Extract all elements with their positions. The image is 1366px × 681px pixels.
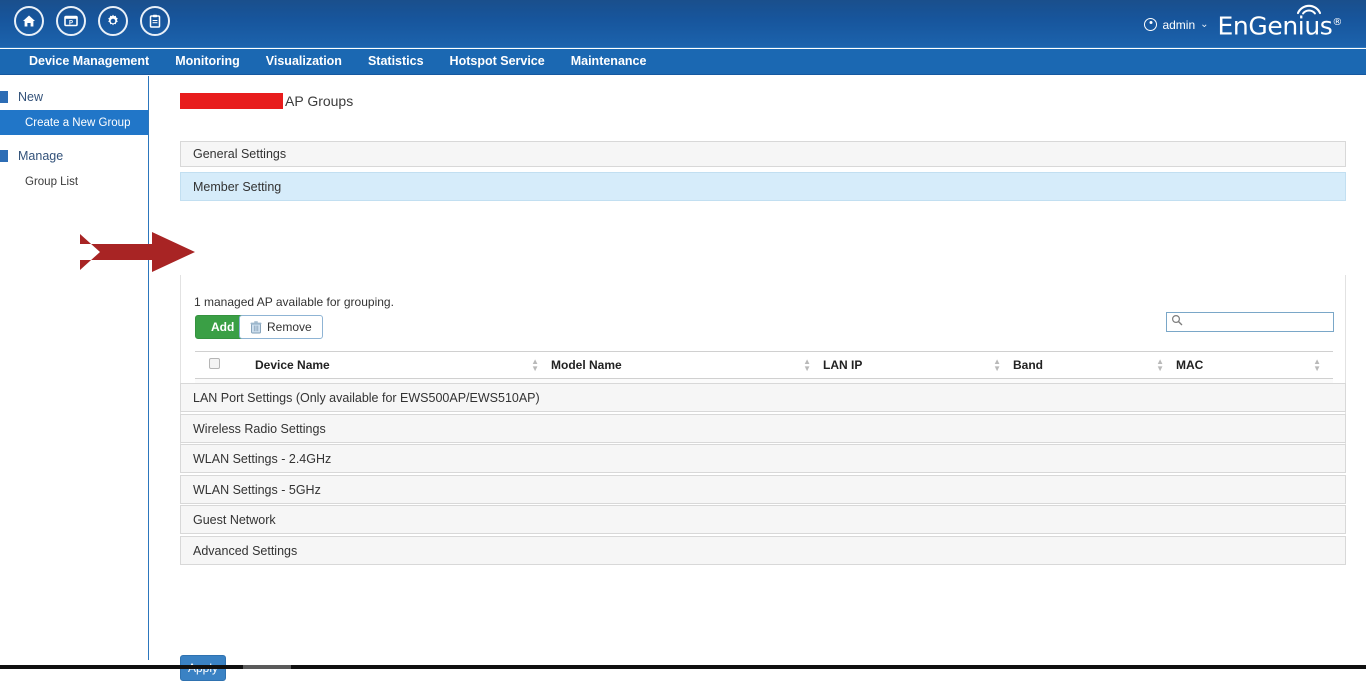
panel-label: General Settings — [193, 147, 286, 161]
sidebar-group-label-new: New — [18, 90, 43, 104]
panel-header-wireless-radio-settings[interactable]: Wireless Radio Settings — [180, 414, 1346, 443]
trash-icon — [250, 321, 262, 334]
table-header-row: Device Name ▲▼ Model Name ▲▼ LAN IP ▲▼ B… — [195, 352, 1333, 379]
sort-icon[interactable]: ▲▼ — [531, 358, 539, 372]
nav-item-monitoring[interactable]: Monitoring — [162, 49, 253, 73]
remove-button-label: Remove — [267, 320, 312, 334]
panel-header-lan-port-settings[interactable]: LAN Port Settings (Only available for EW… — [180, 383, 1346, 412]
add-button-label: Add — [211, 320, 234, 334]
sidebar-group-label-manage: Manage — [18, 149, 63, 163]
panel-header-advanced-settings[interactable]: Advanced Settings — [180, 536, 1346, 565]
clipboard-icon[interactable] — [140, 6, 170, 36]
sidebar-group-new: New — [0, 84, 148, 110]
sidebar-group-manage: Manage — [0, 143, 148, 169]
sidebar: New Create a New Group Manage Group List — [0, 76, 149, 660]
nav-item-device-management[interactable]: Device Management — [16, 49, 162, 73]
wifi-arc-icon — [1296, 1, 1322, 15]
sidebar-item-group-list[interactable]: Group List — [0, 169, 148, 194]
nav-item-statistics[interactable]: Statistics — [355, 49, 437, 73]
top-right-group: admin ⌄ EnGenius® — [1144, 8, 1350, 41]
nav-list: Device Management Monitoring Visualizati… — [0, 49, 1366, 73]
user-menu[interactable]: admin ⌄ — [1144, 18, 1208, 32]
panel-label: Advanced Settings — [193, 544, 297, 558]
window-bottom-edge — [0, 665, 1366, 669]
panel-label: LAN Port Settings (Only available for EW… — [193, 391, 540, 405]
remove-button[interactable]: Remove — [239, 315, 323, 339]
panel-label: WLAN Settings - 5GHz — [193, 483, 321, 497]
nav-item-hotspot-service[interactable]: Hotspot Service — [437, 49, 558, 73]
logo-text: EnGenius — [1218, 11, 1333, 40]
available-ap-text: 1 managed AP available for grouping. — [194, 295, 394, 309]
horizontal-scrollbar-thumb[interactable] — [243, 665, 291, 669]
annotation-arrow-icon — [80, 228, 195, 276]
top-header-bar: P admin ⌄ — [0, 0, 1366, 48]
column-band[interactable]: Band ▲▼ — [1013, 352, 1176, 379]
members-table-head: Device Name ▲▼ Model Name ▲▼ LAN IP ▲▼ B… — [195, 352, 1333, 379]
panel-header-member-setting[interactable]: Member Setting — [180, 172, 1346, 201]
user-avatar-icon — [1144, 18, 1157, 31]
user-name: admin — [1162, 18, 1195, 32]
panel-label: Guest Network — [193, 513, 276, 527]
panel-label: WLAN Settings - 2.4GHz — [193, 452, 331, 466]
select-all-header[interactable] — [195, 352, 255, 379]
gear-icon[interactable] — [98, 6, 128, 36]
nav-item-maintenance[interactable]: Maintenance — [558, 49, 660, 73]
select-all-checkbox[interactable] — [209, 358, 220, 369]
logo-registered-mark: ® — [1332, 17, 1342, 28]
sort-icon[interactable]: ▲▼ — [993, 358, 1001, 372]
bullet-square-icon — [0, 150, 8, 162]
search-icon — [1171, 313, 1183, 331]
breadcrumb: AP Groups — [180, 93, 353, 109]
sort-icon[interactable]: ▲▼ — [1313, 358, 1321, 372]
top-icon-group: P — [14, 6, 170, 36]
column-model-name[interactable]: Model Name ▲▼ — [551, 352, 823, 379]
bullet-square-icon — [0, 91, 8, 103]
panel-header-wlan-settings-24ghz[interactable]: WLAN Settings - 2.4GHz — [180, 444, 1346, 473]
nav-item-visualization[interactable]: Visualization — [253, 49, 355, 73]
sidebar-item-label: Group List — [25, 176, 78, 188]
sort-icon[interactable]: ▲▼ — [1156, 358, 1164, 372]
panel-label: Wireless Radio Settings — [193, 422, 326, 436]
breadcrumb-current: AP Groups — [285, 93, 353, 109]
engenius-logo: EnGenius® — [1218, 8, 1350, 41]
table-search-box[interactable] — [1166, 312, 1334, 332]
redacted-breadcrumb-block — [180, 93, 283, 109]
column-mac[interactable]: MAC ▲▼ — [1176, 352, 1333, 379]
sidebar-item-create-a-new-group[interactable]: Create a New Group — [0, 110, 148, 135]
main-content: AP Groups General Settings Member Settin… — [150, 76, 1366, 660]
search-input[interactable] — [1183, 314, 1323, 330]
svg-text:P: P — [69, 20, 73, 26]
sort-icon[interactable]: ▲▼ — [803, 358, 811, 372]
column-lan-ip[interactable]: LAN IP ▲▼ — [823, 352, 1013, 379]
home-icon[interactable] — [14, 6, 44, 36]
panel-label: Member Setting — [193, 180, 281, 194]
panel-header-general-settings[interactable]: General Settings — [180, 141, 1346, 167]
panel-header-wlan-settings-5ghz[interactable]: WLAN Settings - 5GHz — [180, 475, 1346, 504]
sidebar-item-label: Create a New Group — [25, 117, 130, 129]
column-label: MAC — [1176, 358, 1203, 372]
column-label: Model Name — [551, 358, 622, 372]
main-nav-bar: Device Management Monitoring Visualizati… — [0, 49, 1366, 75]
chevron-down-icon: ⌄ — [1200, 20, 1208, 30]
column-label: Device Name — [255, 358, 330, 372]
column-label: Band — [1013, 358, 1043, 372]
device-panel-icon[interactable]: P — [56, 6, 86, 36]
panel-header-guest-network[interactable]: Guest Network — [180, 505, 1346, 534]
column-device-name[interactable]: Device Name ▲▼ — [255, 352, 551, 379]
column-label: LAN IP — [823, 358, 862, 372]
